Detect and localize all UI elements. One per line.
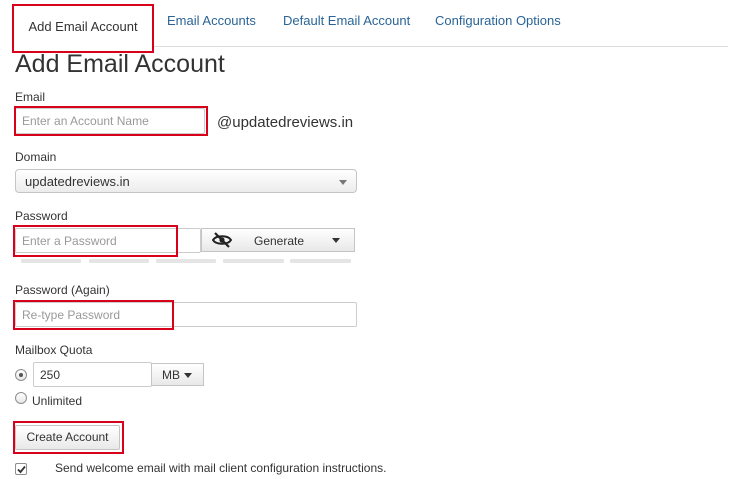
- tab-email-accounts[interactable]: Email Accounts: [167, 13, 256, 28]
- caret-down-icon: [332, 238, 340, 243]
- quota-unit-dropdown[interactable]: MB: [151, 363, 204, 386]
- email-account-input[interactable]: [15, 108, 205, 134]
- checkmark-icon: [17, 465, 26, 474]
- email-label: Email: [15, 90, 46, 104]
- domain-label: Domain: [15, 150, 57, 164]
- quota-unlimited-label: Unlimited: [32, 394, 83, 408]
- quota-unit-label: MB: [162, 368, 180, 382]
- eye-slash-icon[interactable]: [211, 232, 233, 251]
- caret-down-icon: [184, 373, 192, 378]
- quota-value-radio[interactable]: [15, 369, 27, 381]
- tab-configuration-options[interactable]: Configuration Options: [435, 13, 561, 28]
- generate-label: Generate: [254, 234, 305, 248]
- password-again-label: Password (Again): [15, 283, 110, 297]
- strength-meter-segment: [290, 259, 351, 263]
- email-domain-suffix: @updatedreviews.in: [217, 114, 354, 131]
- chevron-down-icon: [339, 180, 347, 185]
- password-again-input[interactable]: [15, 302, 357, 327]
- quota-unlimited-radio[interactable]: [15, 392, 27, 404]
- generate-password-button[interactable]: Generate: [201, 228, 355, 252]
- mailbox-quota-label: Mailbox Quota: [15, 343, 93, 357]
- quota-value-input[interactable]: [33, 362, 152, 387]
- page-title: Add Email Account: [15, 50, 225, 78]
- strength-meter-segment: [223, 259, 284, 263]
- tab-bar: Add Email Account Email Accounts Default…: [13, 5, 728, 53]
- domain-selected-value: updatedreviews.in: [25, 174, 130, 189]
- password-label: Password: [15, 209, 68, 223]
- tab-default-email-account[interactable]: Default Email Account: [283, 13, 410, 28]
- strength-meter-segment: [156, 259, 216, 263]
- welcome-email-checkbox[interactable]: [15, 463, 27, 475]
- welcome-email-label: Send welcome email with mail client conf…: [55, 461, 387, 475]
- strength-meter-segment: [21, 259, 81, 263]
- create-account-button[interactable]: Create Account: [15, 425, 120, 450]
- tab-add-email-account[interactable]: Add Email Account: [13, 5, 153, 53]
- domain-select[interactable]: updatedreviews.in: [15, 169, 357, 193]
- strength-meter-segment: [89, 259, 149, 263]
- password-input[interactable]: [15, 228, 201, 253]
